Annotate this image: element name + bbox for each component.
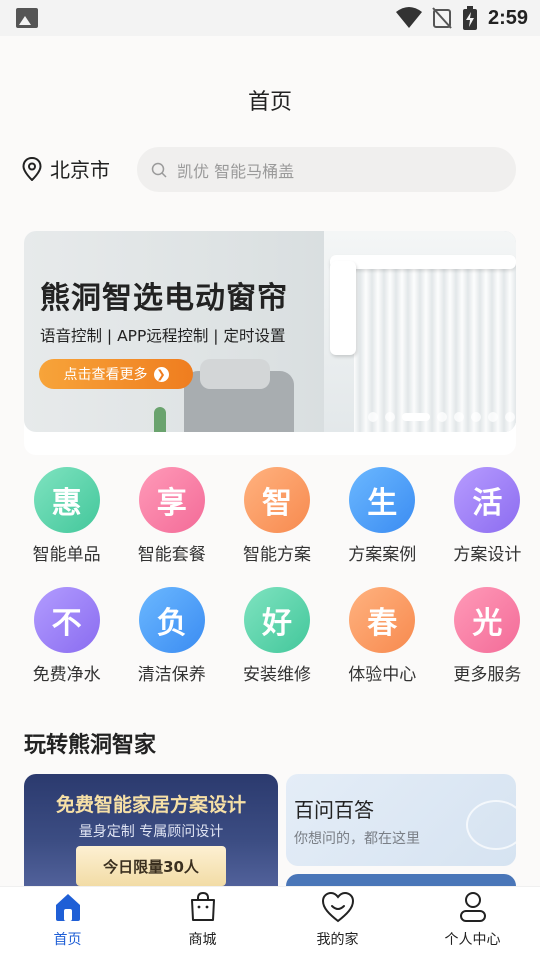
carousel-dot[interactable] — [488, 412, 498, 422]
location-city: 北京市 — [50, 158, 110, 182]
promo-design-badge: 今日限量30人 — [76, 846, 226, 886]
service-label: 免费净水 — [32, 665, 101, 685]
search-input[interactable]: 凯优 智能马桶盖 — [137, 147, 516, 192]
service-label: 智能套餐 — [137, 545, 206, 565]
carousel-dots — [368, 412, 515, 422]
location-selector[interactable]: 北京市 — [22, 154, 110, 183]
banner-title: 熊洞智选电动窗帘 — [40, 281, 288, 316]
service-label: 方案设计 — [453, 545, 522, 565]
nav-item-mall[interactable]: 商城 — [135, 887, 270, 960]
service-icon: 春 — [349, 587, 416, 653]
nav-label-home: 首页 — [53, 932, 82, 948]
service-item[interactable]: 好安装维修 — [224, 584, 329, 704]
faq-card[interactable]: 百问百答 你想问的，都在这里 — [286, 774, 516, 866]
status-right: 2:59 — [395, 6, 528, 30]
banner-curtain-motor — [330, 261, 356, 355]
promo-design-title: 免费智能家居方案设计 — [55, 794, 246, 816]
service-label: 智能方案 — [243, 545, 311, 565]
nav-label-my-home: 我的家 — [316, 932, 359, 948]
service-item[interactable]: 负清洁保养 — [119, 584, 224, 704]
nav-item-my-home[interactable]: 我的家 — [270, 887, 405, 960]
person-icon — [459, 892, 486, 922]
carousel-dot[interactable] — [385, 412, 395, 422]
search-placeholder: 凯优 智能马桶盖 — [177, 161, 295, 181]
heart-icon — [321, 891, 354, 923]
service-item[interactable]: 智智能方案 — [224, 464, 329, 584]
carousel-dot[interactable] — [368, 412, 378, 422]
service-item[interactable]: 不免费净水 — [14, 584, 119, 704]
banner-sofa-cushion — [200, 359, 270, 389]
status-bar: 2:59 — [0, 0, 540, 36]
promo-design-card[interactable]: 免费智能家居方案设计 量身定制 专属顾问设计 今日限量30人 — [24, 774, 278, 886]
carousel-dot[interactable] — [437, 412, 447, 422]
service-item[interactable]: 生方案案例 — [330, 464, 435, 584]
wifi-icon — [395, 7, 422, 28]
banner-subtitle: 语音控制 | APP远程控制 | 定时设置 — [40, 327, 286, 345]
service-icon: 负 — [138, 587, 205, 653]
banner-button-label: 点击查看更多 — [63, 367, 148, 383]
service-label: 智能单品 — [32, 545, 101, 565]
service-row: 不免费净水负清洁保养好安装维修春体验中心光更多服务 — [14, 584, 540, 704]
service-item[interactable]: 惠智能单品 — [14, 464, 119, 584]
banner-curtain-image — [354, 261, 516, 432]
page-title: 首页 — [247, 90, 292, 115]
banner-plant-image — [154, 407, 166, 432]
carousel-dot[interactable] — [402, 413, 430, 421]
nav-item-home[interactable]: 首页 — [0, 887, 135, 960]
image-icon — [16, 8, 38, 28]
service-label: 清洁保养 — [137, 665, 206, 685]
banner-view-more-button[interactable]: 点击查看更多 ❯ — [39, 359, 193, 389]
service-icon: 惠 — [33, 467, 100, 533]
service-item[interactable]: 春体验中心 — [330, 584, 435, 704]
search-icon — [151, 162, 167, 178]
speech-bubble-icon — [466, 800, 516, 850]
service-label: 更多服务 — [453, 665, 522, 685]
banner-curtain-rod — [330, 255, 516, 269]
faq-subtitle: 你想问的，都在这里 — [294, 831, 420, 847]
service-item[interactable]: 光更多服务 — [435, 584, 540, 704]
service-label: 体验中心 — [348, 665, 417, 685]
faq-title: 百问百答 — [294, 798, 374, 822]
service-icon: 享 — [138, 467, 205, 533]
nav-item-profile[interactable]: 个人中心 — [405, 887, 540, 960]
service-icon: 不 — [33, 587, 100, 653]
battery-charging-icon — [462, 6, 477, 30]
service-icon: 活 — [454, 467, 521, 533]
nav-label-profile: 个人中心 — [444, 932, 501, 948]
chevron-right-icon: ❯ — [153, 366, 169, 382]
service-grid: 惠智能单品享智能套餐智智能方案生方案案例活方案设计不免费净水负清洁保养好安装维修… — [14, 464, 540, 704]
service-row: 惠智能单品享智能套餐智智能方案生方案案例活方案设计 — [14, 464, 540, 584]
service-label: 安装维修 — [243, 665, 311, 685]
carousel-dot[interactable] — [505, 412, 515, 422]
carousel-dot[interactable] — [454, 412, 464, 422]
status-time: 2:59 — [487, 6, 528, 29]
promo-card-partial[interactable] — [286, 874, 516, 886]
status-left — [16, 8, 38, 28]
bottom-nav: 首页 商城 我的家 个人中心 — [0, 886, 540, 960]
home-icon — [55, 894, 80, 921]
service-item[interactable]: 活方案设计 — [435, 464, 540, 584]
promo-banner[interactable]: 熊洞智选电动窗帘 语音控制 | APP远程控制 | 定时设置 点击查看更多 ❯ — [24, 231, 516, 432]
service-item[interactable]: 享智能套餐 — [119, 464, 224, 584]
nav-label-mall: 商城 — [188, 932, 217, 948]
service-icon: 生 — [349, 467, 416, 533]
location-pin-icon — [22, 156, 42, 181]
service-icon: 智 — [244, 467, 310, 533]
carousel-dot[interactable] — [471, 412, 481, 422]
shopping-bag-icon — [190, 891, 215, 921]
service-icon: 好 — [244, 587, 310, 653]
no-signal-icon — [432, 7, 452, 29]
section-title: 玩转熊洞智家 — [24, 733, 157, 758]
service-icon: 光 — [454, 587, 521, 653]
promo-design-subtitle: 量身定制 专属顾问设计 — [78, 824, 224, 840]
service-label: 方案案例 — [348, 545, 417, 565]
